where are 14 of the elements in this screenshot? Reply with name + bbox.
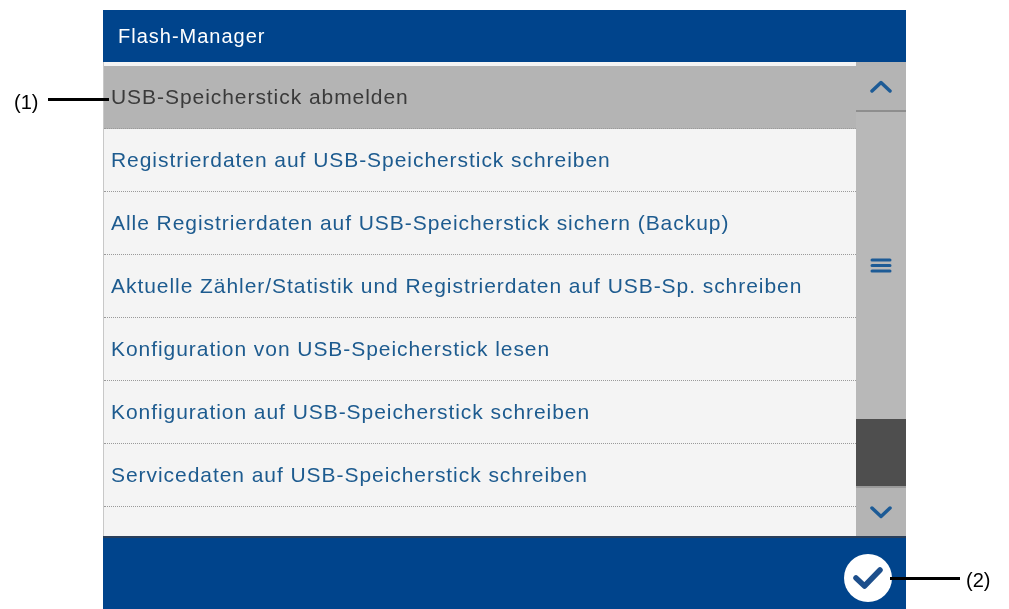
chevron-up-icon xyxy=(870,79,892,93)
check-icon xyxy=(853,566,883,589)
menu-item[interactable]: USB-Speicherstick abmelden xyxy=(104,66,856,129)
callout-label: (2) xyxy=(966,568,991,593)
menu-icon xyxy=(870,258,892,273)
window-title: Flash-Manager xyxy=(118,24,266,49)
callout-line xyxy=(890,577,960,580)
scroll-up-button[interactable] xyxy=(856,62,906,112)
scrollbar-thumb[interactable] xyxy=(856,419,906,486)
confirm-button[interactable] xyxy=(844,553,892,602)
callout-label: (1) xyxy=(14,90,39,115)
callout-line xyxy=(48,98,109,101)
scroll-down-button[interactable] xyxy=(856,486,906,536)
chevron-down-icon xyxy=(870,505,892,519)
